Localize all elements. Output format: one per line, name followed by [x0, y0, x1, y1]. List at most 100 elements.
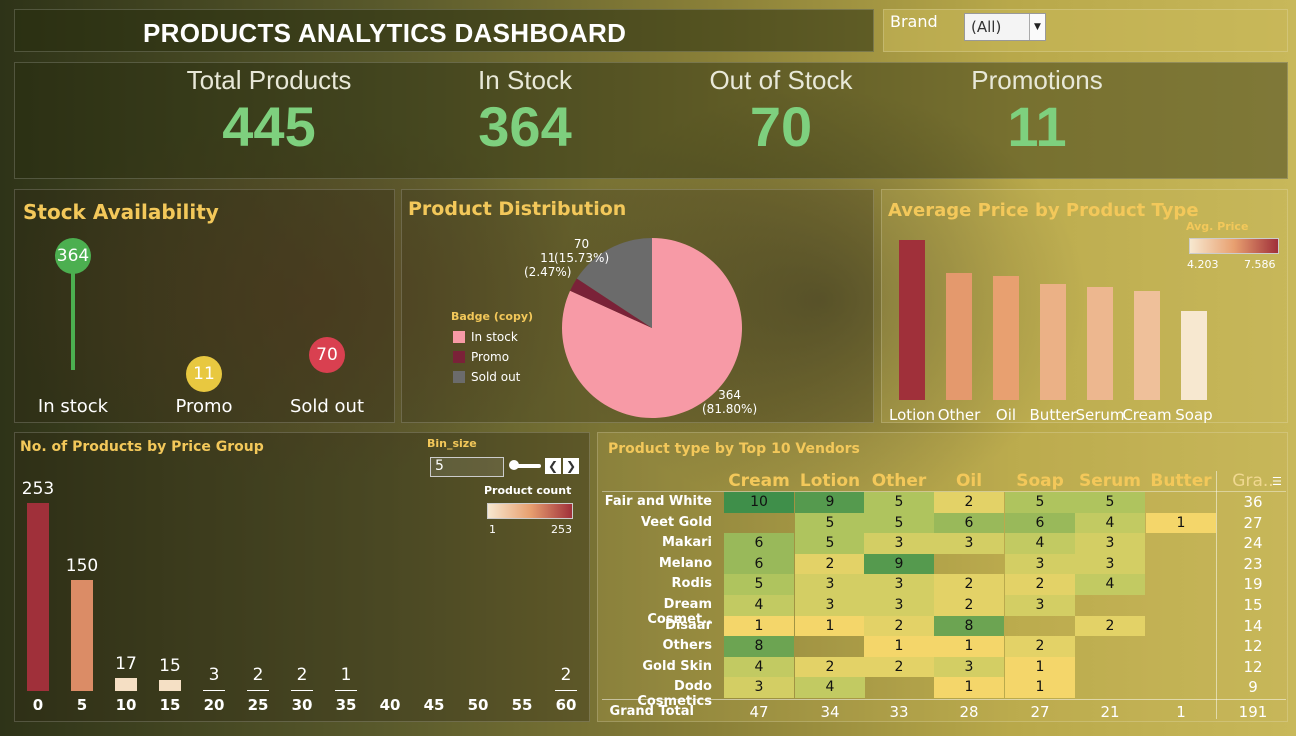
heatmap-cell[interactable]: 3 [934, 656, 1004, 678]
chevron-down-icon[interactable]: ▼ [1029, 14, 1045, 40]
heatmap-cell[interactable]: 3 [1075, 553, 1145, 575]
brand-filter-dropdown[interactable]: (All) ▼ [964, 13, 1046, 41]
heatmap-cell[interactable]: 4 [724, 656, 794, 678]
heatmap-cell[interactable]: 3 [724, 677, 794, 698]
heatmap-cell[interactable]: 3 [864, 595, 934, 616]
heatmap-column-header[interactable]: Cream [724, 471, 794, 491]
heatmap-cell[interactable]: 4 [724, 595, 794, 616]
heatmap-cell[interactable]: 1 [724, 615, 794, 637]
heatmap-cell[interactable]: 1 [1005, 656, 1075, 678]
avg-price-bar[interactable] [899, 240, 925, 400]
kpi-value: 11 [1007, 95, 1067, 158]
heatmap-cell[interactable]: 2 [864, 615, 934, 637]
heatmap-cell[interactable]: 5 [864, 492, 934, 513]
heatmap-cell[interactable]: 6 [934, 512, 1004, 534]
avg-price-bar[interactable] [946, 273, 972, 400]
heatmap-cell[interactable]: 4 [795, 677, 865, 698]
heatmap-cell[interactable]: 3 [864, 574, 934, 595]
avg-price-bar[interactable] [1087, 287, 1113, 400]
heatmap-cell[interactable]: 4 [1075, 574, 1145, 595]
heatmap-row-label[interactable]: Disaar [602, 618, 712, 633]
price-group-bar[interactable] [71, 579, 93, 691]
heatmap-grand-total: 27 [1030, 703, 1050, 721]
heatmap-cell[interactable]: 6 [724, 553, 794, 575]
price-group-x-label: 35 [335, 696, 357, 714]
heatmap-cell[interactable]: 5 [1005, 492, 1075, 513]
heatmap-column-header[interactable]: Serum [1075, 471, 1145, 491]
avg-price-bar[interactable] [1181, 311, 1207, 400]
heatmap-cell[interactable]: 1 [934, 677, 1004, 698]
heatmap-cell[interactable]: 8 [724, 636, 794, 657]
heatmap-cell[interactable]: 5 [795, 512, 865, 534]
chevron-right-icon[interactable]: ❯ [563, 458, 579, 474]
avg-price-bar[interactable] [1040, 283, 1066, 400]
heatmap-cell[interactable]: 6 [1005, 512, 1075, 534]
heatmap-cell[interactable]: 8 [934, 615, 1004, 637]
heatmap-cell[interactable]: 2 [795, 656, 865, 678]
heatmap-cell[interactable]: 2 [934, 574, 1004, 595]
heatmap-row-label[interactable]: Rodis [602, 576, 712, 591]
heatmap-row-label[interactable]: Others [602, 638, 713, 653]
heatmap-cell[interactable]: 3 [864, 533, 934, 554]
price-group-bar[interactable] [115, 678, 137, 691]
heatmap-row-label[interactable]: Veet Gold [602, 515, 712, 530]
heatmap-row-label[interactable]: Gold Skin [602, 659, 712, 674]
heatmap-cell[interactable]: 1 [864, 636, 934, 657]
price-group-x-label: 50 [467, 696, 489, 714]
heatmap-cell[interactable]: 5 [1075, 492, 1145, 513]
heatmap-cell[interactable]: 5 [864, 512, 934, 534]
heatmap-cell[interactable]: 2 [864, 656, 934, 678]
price-group-bar[interactable] [247, 690, 269, 691]
heatmap-cell[interactable]: 1 [934, 636, 1004, 657]
heatmap-cell[interactable]: 3 [1005, 553, 1075, 575]
heatmap-cell[interactable]: 3 [795, 574, 865, 595]
heatmap-cell[interactable]: 9 [864, 553, 934, 575]
heatmap-cell[interactable]: 2 [934, 492, 1004, 513]
price-group-bar[interactable] [291, 690, 313, 691]
brand-filter-panel: Brand (All) ▼ [883, 9, 1288, 52]
price-group-bar[interactable] [159, 679, 181, 691]
heatmap-column-header[interactable]: Gra.. [1218, 471, 1288, 491]
heatmap-row-label[interactable]: Fair and White [602, 494, 712, 509]
avg-price-bar[interactable] [993, 275, 1019, 400]
bin-size-input[interactable]: 5 [430, 457, 504, 477]
heatmap-column-header[interactable]: Soap [1005, 471, 1075, 491]
heatmap-cell[interactable]: 2 [795, 553, 865, 575]
price-group-x-label: 15 [159, 696, 181, 714]
heatmap-cell[interactable]: 4 [1005, 533, 1075, 554]
heatmap-cell[interactable]: 3 [795, 595, 865, 616]
distribution-pie-chart[interactable] [402, 190, 875, 424]
heatmap-column-header[interactable]: Butter [1146, 471, 1216, 491]
heatmap-cell[interactable]: 3 [934, 533, 1004, 554]
heatmap-cell[interactable]: 2 [1005, 574, 1075, 595]
heatmap-row-label[interactable]: Melano [602, 556, 712, 571]
heatmap-cell[interactable]: 3 [1075, 533, 1145, 554]
heatmap-cell[interactable]: 1 [795, 615, 865, 637]
heatmap-row-total: 23 [1243, 554, 1263, 573]
heatmap-cell[interactable]: 5 [724, 574, 794, 595]
heatmap-cell[interactable]: 2 [934, 595, 1004, 616]
avg-price-category-label: Soap [1175, 406, 1213, 424]
price-group-bar[interactable] [203, 690, 225, 691]
heatmap-cell[interactable]: 1 [1146, 512, 1216, 534]
price-group-bar[interactable] [27, 503, 49, 691]
heatmap-cell[interactable]: 10 [724, 492, 794, 513]
heatmap-cell[interactable]: 6 [724, 533, 794, 554]
price-group-bar[interactable] [555, 690, 577, 691]
heatmap-row-label[interactable]: Makari [602, 535, 712, 550]
chevron-left-icon[interactable]: ❮ [545, 458, 561, 474]
heatmap-cell[interactable]: 2 [1075, 615, 1145, 637]
bin-size-slider-handle[interactable] [509, 460, 519, 470]
heatmap-cell[interactable]: 1 [1005, 677, 1075, 698]
price-group-bar[interactable] [335, 690, 357, 691]
heatmap-cell[interactable]: 9 [795, 492, 865, 513]
heatmap-cell[interactable]: 4 [1075, 512, 1145, 534]
heatmap-column-header[interactable]: Other [864, 471, 934, 491]
avg-price-bar[interactable] [1134, 291, 1160, 400]
heatmap-column-header[interactable]: Lotion [795, 471, 865, 491]
header-panel: PRODUCTS ANALYTICS DASHBOARD [14, 9, 874, 52]
heatmap-cell[interactable]: 3 [1005, 595, 1075, 616]
heatmap-cell[interactable]: 5 [795, 533, 865, 554]
heatmap-column-header[interactable]: Oil [934, 471, 1004, 491]
heatmap-cell[interactable]: 2 [1005, 636, 1075, 657]
